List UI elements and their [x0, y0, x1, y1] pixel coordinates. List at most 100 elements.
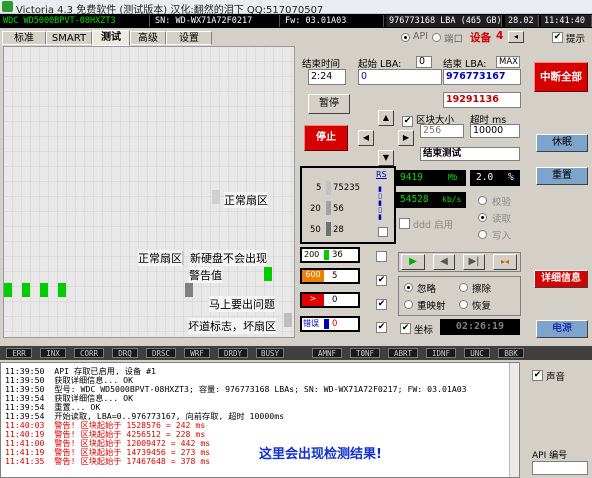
label-warning: 警告值	[189, 267, 222, 283]
device-label: 设备	[470, 32, 491, 44]
label-new-disk: 新硬盘不会出现	[190, 250, 267, 266]
block-size-select[interactable]: 256	[420, 124, 464, 138]
verify-label: 校验	[492, 197, 512, 208]
tab-advanced[interactable]: 高级	[130, 31, 166, 45]
sector-map: 正常扇区 正常扇区 新硬盘不会出现 警告值 马上要出问题 坏道标志，坏扇区	[3, 46, 295, 338]
restore-radio[interactable]	[459, 300, 468, 309]
flag-err: ERR	[6, 348, 32, 358]
end-lba-input[interactable]: 976773167	[443, 69, 521, 85]
progress-unit: %	[508, 172, 514, 183]
timeout-select[interactable]: 10000	[470, 124, 520, 138]
stat-200-checkbox[interactable]	[376, 251, 387, 262]
restore-label: 恢复	[472, 301, 492, 312]
stat-200-swatch	[324, 250, 329, 260]
speed-display: 9419 Mb	[396, 170, 466, 186]
grid-label: 坐标	[414, 325, 434, 336]
tab-settings[interactable]: 设置	[166, 31, 212, 45]
flag-drdy: DRDY	[218, 348, 248, 358]
back-icon[interactable]: ◀	[433, 254, 455, 270]
range-5-label: 5	[316, 183, 322, 193]
play-icon[interactable]: ▶	[401, 254, 425, 270]
label-normal-sector-2: 正常扇区	[138, 250, 182, 266]
port-radio[interactable]	[432, 33, 441, 42]
scale-icon: ▮ ▯ ▮ ▯ ▮	[378, 185, 382, 221]
histogram-checkbox[interactable]	[378, 227, 388, 237]
stat-600-checkbox[interactable]: ✔	[376, 275, 387, 286]
api-radio[interactable]	[401, 33, 410, 42]
stat-over: > 0	[300, 292, 360, 308]
sector-block-green-1	[4, 283, 12, 297]
stat-error-checkbox[interactable]: ✔	[376, 322, 387, 333]
ignore-label: 忽略	[417, 284, 437, 295]
ignore-radio[interactable]	[404, 283, 413, 292]
arrow-right-icon[interactable]: ▶	[398, 130, 414, 146]
range-20-bar	[326, 201, 331, 215]
throughput-display: 54528 kb/s	[396, 192, 466, 208]
erase-label: 擦除	[472, 284, 492, 295]
api-label: API	[413, 31, 429, 42]
arrow-left-icon[interactable]: ◀	[358, 130, 374, 146]
skip-icon[interactable]: ▶|	[463, 254, 485, 270]
sector-block-grey	[185, 283, 193, 297]
range-20-label: 20	[310, 204, 321, 214]
port-label: 端口	[444, 34, 464, 45]
reset-button[interactable]: 重置	[536, 167, 588, 185]
start-lba-input[interactable]: 0	[358, 69, 442, 85]
sound-checkbox[interactable]: ✔	[532, 370, 543, 381]
end-time-label: 结束时间	[302, 59, 341, 70]
range-5-value: 75235	[333, 183, 361, 193]
end-icon[interactable]: ▸◂	[493, 254, 517, 270]
stat-error-label: 错误	[303, 319, 319, 328]
sleep-button[interactable]: 休眠	[536, 134, 588, 152]
stop-all-button[interactable]: 中断全部	[534, 62, 588, 92]
end-time-input[interactable]: 2:24	[308, 69, 346, 85]
progress-display: 2.0 %	[470, 170, 520, 186]
stat-error: 错误 0	[300, 316, 360, 332]
log-scrollbar[interactable]	[509, 363, 519, 477]
range-50-bar	[326, 222, 331, 236]
drive-firmware: Fw: 03.01A03	[282, 15, 384, 27]
range-20-value: 56	[333, 204, 344, 214]
api-number-input[interactable]	[532, 461, 588, 475]
remap-radio[interactable]	[404, 300, 413, 309]
flag-t0nf: T0NF	[350, 348, 380, 358]
log-panel[interactable]: 11:39:50 API 存取已启用, 设备 #1 11:39:50 获取详细信…	[0, 362, 520, 478]
details-button[interactable]: 详细信息	[534, 270, 588, 288]
remap-label: 重映射	[417, 301, 446, 312]
sector-block-green-3	[40, 283, 48, 297]
ddd-checkbox[interactable]	[399, 218, 410, 229]
verify-radio[interactable]	[478, 196, 487, 205]
hint-checkbox[interactable]: ✔	[552, 32, 563, 43]
block-checkbox[interactable]: ✔	[402, 116, 413, 127]
end-test-select[interactable]: 结束测试	[420, 147, 520, 161]
write-radio[interactable]	[478, 230, 487, 239]
throughput-value: 54528	[400, 194, 429, 205]
erase-radio[interactable]	[459, 283, 468, 292]
sector-block-warning	[264, 267, 272, 281]
arrow-down-icon[interactable]: ▼	[378, 150, 394, 166]
ata-status-bar: ERR INX CORR DRQ DRSC WRF DRDY BUSY AMNF…	[0, 346, 592, 360]
start-lba-zero[interactable]: 0	[416, 56, 432, 68]
arrow-up-icon[interactable]: ▲	[378, 110, 394, 126]
stat-200-value: 36	[332, 250, 343, 260]
tab-bar: 标准 SMART 测试 高级 设置 API 端口 设备 4 ◂ ✔ 提示	[0, 30, 592, 46]
stat-over-checkbox[interactable]: ✔	[376, 299, 387, 310]
action-options: 忽略 擦除 重映射 恢复	[398, 276, 521, 316]
tab-smart[interactable]: SMART	[46, 31, 92, 45]
flag-bbk: BBK	[498, 348, 524, 358]
pause-button[interactable]: 暂停	[308, 94, 350, 114]
drive-serial: SN: WD-WX71A72F0217	[152, 15, 280, 27]
grid-checkbox[interactable]: ✔	[400, 323, 411, 334]
read-radio[interactable]	[478, 213, 487, 222]
tab-standard[interactable]: 标准	[2, 31, 46, 45]
device-arrow-button[interactable]: ◂	[508, 31, 524, 43]
label-about-to-fail: 马上要出问题	[209, 296, 275, 312]
tab-test[interactable]: 测试	[92, 30, 130, 46]
power-button[interactable]: 电源	[536, 320, 588, 338]
progress-value: 2.0	[476, 172, 494, 183]
flag-busy: BUSY	[256, 348, 284, 358]
stop-button[interactable]: 停止	[304, 125, 348, 151]
end-lba-label: 结束 LBA:	[443, 59, 487, 70]
end-lba-max[interactable]: MAX	[496, 56, 520, 68]
app-icon	[2, 1, 13, 12]
